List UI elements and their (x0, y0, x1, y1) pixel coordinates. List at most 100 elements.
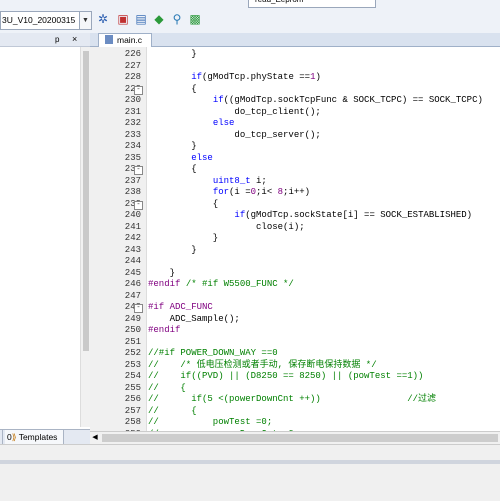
code-line[interactable]: 255 // { (90, 383, 500, 395)
code-text: } (148, 141, 197, 151)
code-text: do_tcp_client(); (148, 106, 321, 117)
code-line[interactable]: 257 // { (90, 406, 500, 418)
line-number: 243 (124, 244, 141, 255)
build-output-area (0, 444, 500, 501)
code-text: do_tcp_server(); (148, 129, 321, 140)
code-text: } (148, 244, 197, 255)
code-text: // { (148, 405, 197, 416)
code-line[interactable]: 235 else (90, 153, 500, 165)
fold-toggle-icon[interactable]: - (134, 304, 143, 313)
tab-main-c[interactable]: main.c (98, 33, 152, 47)
line-number: 258 (124, 417, 141, 427)
code-text: #endif (148, 325, 181, 335)
line-number: 235 (124, 152, 141, 163)
line-number: 228 (124, 72, 141, 82)
code-line[interactable]: 232 else (90, 118, 500, 130)
code-line[interactable]: 256 // if(5 <(powerDownCnt ++)) //过滤 (90, 394, 500, 406)
code-line[interactable]: 248- #if ADC_FUNC (90, 302, 500, 314)
fold-toggle-icon[interactable]: - (134, 200, 143, 210)
rebuild-icon[interactable]: ▤ (134, 12, 148, 26)
code-line[interactable]: 241 close(i); (90, 222, 500, 234)
wand-icon[interactable]: ✲ (96, 12, 110, 26)
line-number: 249 (124, 313, 141, 324)
code-line[interactable]: 240 if(gModTcp.sockState[i] == SOCK_ESTA… (90, 210, 500, 222)
code-line[interactable]: 237 uint8_t i; (90, 176, 500, 188)
code-line[interactable]: 243 } (90, 245, 500, 257)
line-number: 254 (124, 371, 141, 381)
scroll-left-icon[interactable]: ◀ (90, 432, 100, 444)
code-line[interactable]: 230 if((gModTcp.sockTcpFunc & SOCK_TCPC)… (90, 95, 500, 107)
code-text: uint8_t i; (212, 175, 267, 186)
splitter[interactable] (0, 460, 500, 464)
project-panel-tabs: 0⟫ Templates (0, 429, 90, 445)
line-number: 232 (124, 118, 141, 128)
code-text: else (191, 152, 213, 163)
code-line[interactable]: 226 } (90, 49, 500, 61)
download-icon[interactable]: ◆ (152, 12, 166, 26)
code-line[interactable]: 234 } (90, 141, 500, 153)
line-number: 227 (124, 60, 141, 71)
code-text: } (148, 267, 176, 278)
code-line[interactable]: 229- { (90, 84, 500, 96)
code-text: // powTest =0; (148, 417, 273, 427)
line-number: 250 (124, 325, 141, 335)
code-line[interactable]: 246 #endif /* #if W5500_FUNC */ (90, 279, 500, 291)
code-line[interactable]: 236- { (90, 164, 500, 176)
pin-icon[interactable]: p (55, 33, 59, 46)
code-editor[interactable]: 226 } 227 228 if(gModTcp.phyState ==1) 229-… (90, 47, 500, 431)
code-line[interactable]: 227 (90, 61, 500, 73)
tab-templates[interactable]: 0⟫ Templates (5, 430, 64, 445)
chevron-down-icon[interactable]: ▼ (79, 11, 92, 30)
code-text: // { (148, 382, 186, 393)
line-number: 246 (124, 279, 141, 289)
build-icon[interactable]: ▣ (116, 12, 130, 26)
options-icon[interactable]: ⚲ (170, 12, 184, 26)
line-number: 237 (124, 175, 141, 186)
code-text: if((gModTcp.sockTcpFunc & SOCK_TCPC) == … (212, 95, 483, 105)
code-line[interactable]: 254 // if((PVD) || (D8250 == 8250) || (po… (90, 371, 500, 383)
tab-label: main.c (117, 35, 143, 45)
scrollbar-thumb[interactable] (102, 434, 498, 442)
code-line[interactable]: 245 } (90, 268, 500, 280)
code-line[interactable]: 253 // /* 低电压检测或者手动, 保存断电保持数据 */ (90, 360, 500, 372)
code-line[interactable]: 238 for(i =0;i< 8;i++) (90, 187, 500, 199)
target-select[interactable]: 3U_V10_20200315 (0, 11, 80, 30)
line-number: 242 (124, 233, 141, 243)
code-line[interactable]: 258 // powTest =0; (90, 417, 500, 429)
manage-icon[interactable]: ▩ (188, 12, 202, 26)
code-line[interactable]: 251 (90, 337, 500, 349)
scrollbar-thumb[interactable] (83, 51, 89, 351)
code-text: for(i =0;i< 8;i++) (212, 187, 311, 197)
code-line[interactable]: 252 //#if POWER_DOWN_WAY ==0 (90, 348, 500, 360)
code-text: } (148, 49, 197, 59)
code-text: #if ADC_FUNC (148, 302, 213, 312)
code-line[interactable]: 239- { (90, 199, 500, 211)
horizontal-scrollbar[interactable]: ◀ (90, 431, 500, 444)
templates-label: Templates (18, 432, 58, 442)
line-number: 255 (124, 382, 141, 393)
code-line[interactable]: 233 do_tcp_server(); (90, 130, 500, 142)
code-text: close(i); (148, 221, 305, 232)
code-line[interactable]: 249 ADC_Sample(); (90, 314, 500, 326)
line-number: 256 (124, 394, 141, 404)
target-select-value: 3U_V10_20200315 (2, 15, 76, 25)
code-line[interactable]: 250 #endif (90, 325, 500, 337)
code-text: { (148, 198, 219, 209)
fold-toggle-icon[interactable]: - (134, 85, 143, 95)
editor-tab-bar: main.c (90, 33, 500, 47)
line-number: 252 (124, 348, 141, 358)
code-line[interactable]: 242 } (90, 233, 500, 245)
code-line[interactable]: 228 if(gModTcp.phyState ==1) (90, 72, 500, 84)
line-number: 253 (124, 359, 141, 370)
code-text: { (148, 164, 197, 174)
close-icon[interactable]: × (72, 33, 77, 46)
tab-project[interactable] (0, 430, 3, 445)
file-combo[interactable]: read_Eeprom (248, 0, 376, 8)
project-panel: p × 0⟫ Templates (0, 33, 91, 445)
fold-toggle-icon[interactable]: - (134, 166, 143, 175)
line-number: 226 (124, 49, 141, 59)
code-line[interactable]: 247 (90, 291, 500, 303)
code-line[interactable]: 244 (90, 256, 500, 268)
code-text: // if(5 <(powerDownCnt ++)) //过滤 (148, 394, 437, 404)
code-line[interactable]: 231 do_tcp_client(); (90, 107, 500, 119)
